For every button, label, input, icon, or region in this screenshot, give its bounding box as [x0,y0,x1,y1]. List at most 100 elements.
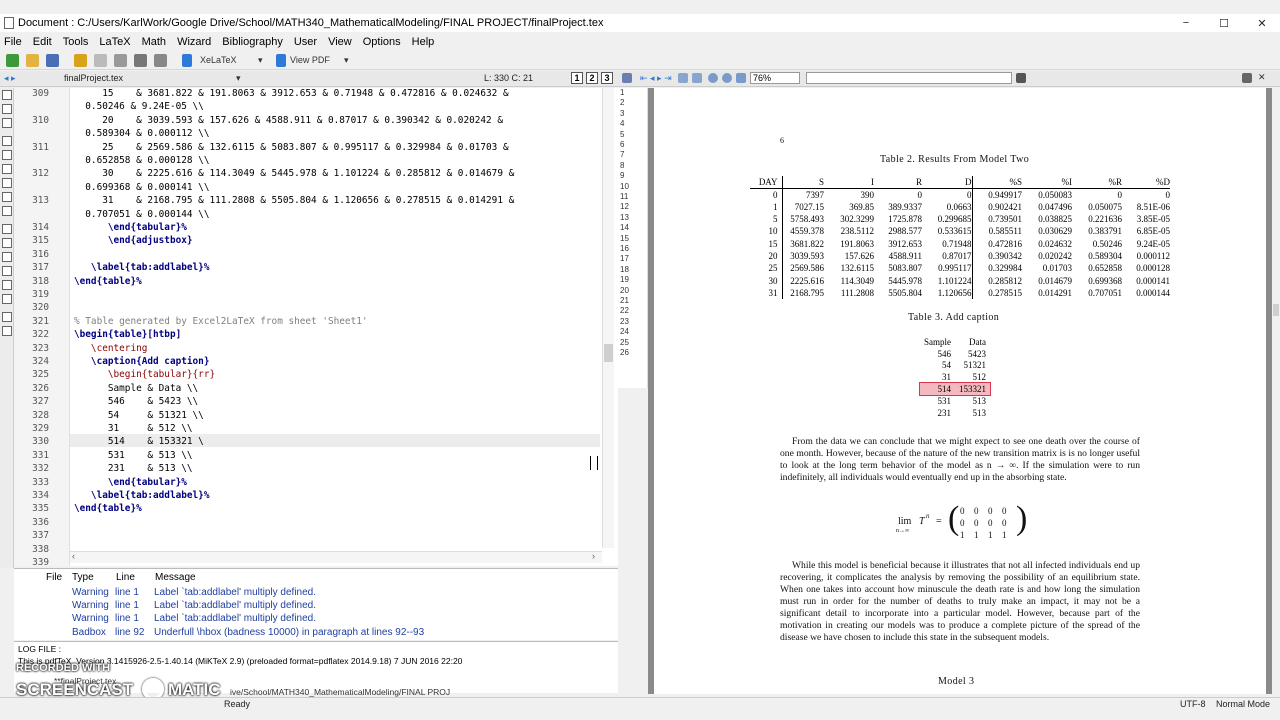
menu-wizard[interactable]: Wizard [173,36,218,48]
editor-scroll-thumb[interactable] [604,344,613,362]
greek-icon[interactable] [2,312,12,322]
table2-cell: 2988.577 [888,226,922,237]
view-2-button[interactable]: 2 [586,72,598,84]
cut-icon[interactable] [134,54,147,67]
fit-width-icon[interactable] [736,73,746,83]
close-pdf-icon[interactable]: ✕ [1258,72,1266,83]
line-number: 309 [32,88,49,99]
relation-icon[interactable] [2,104,12,114]
bold-icon[interactable] [2,136,12,146]
redo-icon[interactable] [94,54,107,67]
message-row[interactable]: Warning line 1 Label `tab:addlabel' mult… [14,613,604,626]
col-message[interactable]: Message [155,572,196,583]
message-text: Label `tab:addlabel' multiply defined. [154,613,317,624]
table2-cell: 15 [750,237,783,250]
undo-icon[interactable] [74,54,87,67]
menu-view[interactable]: View [324,36,359,48]
page-nav-icon[interactable]: ⇤ ◂ ▸ ⇥ [640,73,672,84]
structure-icon[interactable] [2,90,12,100]
table2-cell: 0.0663 [922,200,973,213]
dfrac-icon[interactable] [2,280,12,290]
col-type[interactable]: Type [72,572,94,583]
limit-equation: lim n→∞ T n = ( 000000001111 ) [896,502,1028,544]
search-icon[interactable] [1016,73,1026,83]
line-number: 327 [32,396,49,408]
message-row[interactable]: Warning line 1 Label `tab:addlabel' mult… [14,587,604,600]
align-center-icon[interactable] [2,178,12,188]
view-1-button[interactable]: 1 [571,72,583,84]
maximize-button[interactable]: ☐ [1204,14,1244,32]
copy-icon[interactable] [114,54,127,67]
menu-help[interactable]: Help [408,36,442,48]
title-bar: Document : C:/Users/KarlWork/Google Driv… [0,14,1280,32]
compile-selector[interactable]: XeLaTeX [200,55,237,65]
zoom-field[interactable]: 76% [750,72,800,84]
structure-list-icon[interactable] [622,73,632,83]
mouse-ibeam-cursor [590,456,598,470]
col-line[interactable]: Line [116,572,135,583]
status-encoding[interactable]: UTF-8 [1180,699,1206,709]
table2-cell: 31 [750,286,783,299]
zoom-out-icon[interactable] [722,73,732,83]
message-row[interactable]: Badbox line 92 Underfull \hbox (badness … [14,627,604,640]
menu-edit[interactable]: Edit [29,36,59,48]
align-left-icon[interactable] [2,164,12,174]
line-number: 315 [32,235,49,247]
run-arrow-icon[interactable] [182,54,192,67]
arrow-symbols-icon[interactable] [2,118,12,128]
table2-cell: 7027.15 [794,201,824,212]
col-file[interactable]: File [46,572,62,583]
message-row[interactable]: Warning line 1 Label `tab:addlabel' mult… [14,600,604,613]
superscript-icon[interactable] [2,238,12,248]
view-arrow-icon[interactable] [276,54,286,67]
table2-cell: 1.101224 [922,274,973,287]
tab-finalproject[interactable]: finalProject.tex [64,73,123,83]
table2-cell: 0.87017 [922,249,973,263]
minimize-button[interactable]: − [1166,14,1206,32]
menu-latex[interactable]: LaTeX [95,36,137,48]
italic-icon[interactable] [2,150,12,160]
new-file-icon[interactable] [6,54,19,67]
pdf-viewer[interactable]: 6 Table 2. Results From Model Two DAY S I R… [648,88,1272,694]
continuous-view-icon[interactable] [692,73,702,83]
menu-tools[interactable]: Tools [59,36,96,48]
tab-dropdown-icon[interactable]: ▾ [236,73,241,84]
zoom-in-icon[interactable] [708,73,718,83]
code-editor[interactable]: 309 310 311 312 313 314 315 316 317 318 319 320 321 3… [14,88,618,566]
table2-cell: 0.533615 [922,225,973,238]
menu-math[interactable]: Math [138,36,173,48]
print-icon[interactable] [1242,73,1252,83]
tab-arrows-icon[interactable]: ◂ ▸ [4,73,16,84]
save-icon[interactable] [46,54,59,67]
editor-horizontal-scrollbar[interactable]: ‹ › [70,551,602,563]
menu-user[interactable]: User [290,36,324,48]
editor-vertical-scrollbar[interactable] [602,88,614,548]
misc-symbol-icon[interactable] [2,326,12,336]
matrix-entry: 0 [960,506,965,516]
table2-cell: 25 [750,262,783,275]
sqrt-icon[interactable] [2,266,12,276]
menu-options[interactable]: Options [359,36,408,48]
left-right-icon[interactable] [2,294,12,304]
view-3-button[interactable]: 3 [601,72,613,84]
menu-file[interactable]: File [0,36,29,48]
view-selector[interactable]: View PDF [290,55,330,65]
pdf-line-number: 14 [620,223,629,233]
code-line: \end{table}% [74,503,142,515]
subscript-icon[interactable] [2,224,12,234]
table2-cell: 0.585511 [988,226,1022,237]
menu-bibliography[interactable]: Bibliography [218,36,290,48]
pdf-scrollbar[interactable] [1272,88,1280,694]
pdf-search-input[interactable] [806,72,1012,84]
table2-row: 15 3681.822 191.8063 3912.653 0.71948 0.47281… [750,237,1170,250]
list-icon[interactable] [2,206,12,216]
page-view-icon[interactable] [678,73,688,83]
paste-icon[interactable] [154,54,167,67]
open-file-icon[interactable] [26,54,39,67]
table2-cell: 5083.807 [888,263,922,274]
fraction-icon[interactable] [2,252,12,262]
pdf-scroll-thumb[interactable] [1273,304,1279,316]
align-right-icon[interactable] [2,192,12,202]
line-number: 326 [32,382,49,394]
close-button[interactable]: ✕ [1242,14,1280,32]
